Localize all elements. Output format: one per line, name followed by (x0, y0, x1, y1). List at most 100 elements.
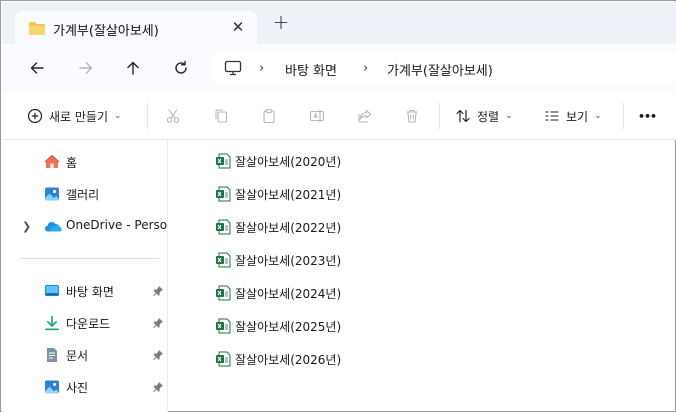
chevron-right-icon[interactable]: ❯ (22, 220, 31, 233)
delete-button[interactable] (401, 105, 423, 127)
clipboard-icon (263, 108, 275, 124)
sidebar-item-label: 문서 (66, 349, 89, 363)
sidebar-divider (21, 258, 159, 259)
pictures-icon (44, 379, 60, 395)
divider (439, 103, 440, 129)
excel-file-icon (216, 252, 231, 268)
new-button[interactable]: 새로 만들기 ⌄ (27, 104, 122, 128)
file-explorer-window: 가계부(잘살아보세) ✕ + › 바탕 화면 › 가계부(잘살아보세) 새로 만… (0, 0, 676, 412)
chevron-down-icon: ⌄ (114, 111, 122, 121)
sidebar-item-desktop[interactable]: 바탕 화면 (2, 277, 168, 305)
rename-icon (309, 110, 325, 122)
file-item[interactable]: 잘살아보세(2025년) (215, 315, 341, 337)
refresh-icon (175, 60, 187, 74)
sidebar-item-documents[interactable]: 문서 (2, 341, 168, 369)
file-item[interactable]: 잘살아보세(2024년) (215, 282, 341, 304)
sort-label: 정렬 (477, 109, 500, 124)
file-list: 잘살아보세(2020년) 잘살아보세(2021년) 잘살아보세(2022년) 잘… (169, 140, 676, 412)
sidebar-item-label: 홈 (66, 156, 78, 170)
scissors-icon (166, 109, 180, 123)
home-icon (44, 154, 60, 170)
divider (147, 103, 148, 129)
sort-button[interactable]: 정렬 ⌄ (455, 104, 513, 128)
gallery-icon (44, 186, 60, 202)
pin-icon[interactable] (152, 285, 164, 300)
sidebar-item-gallery[interactable]: 갤러리 (2, 180, 168, 208)
excel-file-icon (216, 285, 231, 301)
refresh-button[interactable] (169, 56, 193, 80)
copy-icon (215, 109, 228, 123)
excel-file-icon (216, 153, 231, 169)
file-name: 잘살아보세(2026년) (235, 352, 342, 367)
back-button[interactable] (25, 56, 49, 80)
onedrive-icon (44, 218, 62, 234)
file-item[interactable]: 잘살아보세(2022년) (215, 216, 341, 238)
plus-circle-icon (27, 108, 43, 124)
paste-button[interactable] (258, 105, 280, 127)
command-bar: 새로 만들기 ⌄ 정렬 ⌄ 보기 ⌄ ••• (2, 92, 676, 140)
navigation-bar: › 바탕 화면 › 가계부(잘살아보세) (2, 44, 676, 92)
sidebar-item-home[interactable]: 홈 (2, 148, 168, 176)
sidebar-item-label: 갤러리 (66, 188, 100, 202)
file-item[interactable]: 잘살아보세(2021년) (215, 183, 341, 205)
new-tab-button[interactable]: + (270, 12, 292, 34)
view-label: 보기 (566, 109, 589, 124)
share-icon (358, 109, 372, 123)
download-icon (44, 315, 60, 331)
navigation-pane: 홈 갤러리 ❯ OneDrive - Personal 바탕 (2, 140, 168, 412)
desktop-icon (44, 283, 60, 299)
file-name: 잘살아보세(2025년) (235, 319, 342, 334)
sidebar-item-label: 바탕 화면 (66, 285, 114, 299)
file-name: 잘살아보세(2022년) (235, 220, 342, 235)
documents-icon (44, 347, 60, 363)
breadcrumb-desktop[interactable]: 바탕 화면 (285, 60, 337, 79)
cut-button[interactable] (162, 105, 184, 127)
forward-button[interactable] (74, 56, 98, 80)
file-name: 잘살아보세(2021년) (235, 187, 342, 202)
breadcrumb-current-folder[interactable]: 가계부(잘살아보세) (387, 60, 493, 79)
file-name: 잘살아보세(2020년) (235, 154, 342, 169)
up-button[interactable] (121, 56, 145, 80)
folder-icon (28, 21, 46, 39)
file-item[interactable]: 잘살아보세(2026년) (215, 348, 341, 370)
sidebar-item-label: OneDrive - Personal (66, 218, 168, 232)
sidebar-item-label: 사진 (66, 381, 89, 395)
pin-icon[interactable] (152, 317, 164, 332)
arrow-right-icon (79, 62, 93, 74)
excel-file-icon (216, 219, 231, 235)
file-name: 잘살아보세(2024년) (235, 286, 342, 301)
file-item[interactable]: 잘살아보세(2023년) (215, 249, 341, 271)
view-list-icon (545, 111, 559, 121)
new-label: 새로 만들기 (49, 109, 109, 124)
address-bar[interactable]: › 바탕 화면 › 가계부(잘살아보세) (212, 52, 676, 84)
excel-file-icon (216, 318, 231, 334)
rename-button[interactable] (306, 105, 328, 127)
close-tab-icon[interactable]: ✕ (230, 19, 246, 35)
arrow-left-icon (30, 62, 44, 74)
view-button[interactable]: 보기 ⌄ (544, 104, 602, 128)
sidebar-item-downloads[interactable]: 다운로드 (2, 309, 168, 337)
breadcrumb-separator: › (363, 61, 369, 76)
tab-active[interactable]: 가계부(잘살아보세) ✕ (15, 11, 257, 45)
chevron-down-icon: ⌄ (505, 111, 513, 121)
tab-strip: 가계부(잘살아보세) ✕ + (2, 2, 676, 45)
tab-title: 가계부(잘살아보세) (53, 24, 159, 39)
sidebar-item-onedrive[interactable]: ❯ OneDrive - Personal (2, 212, 168, 240)
this-pc-icon (224, 60, 242, 79)
file-item[interactable]: 잘살아보세(2020년) (215, 150, 341, 172)
sidebar-item-pictures[interactable]: 사진 (2, 373, 168, 401)
pin-icon[interactable] (152, 349, 164, 364)
more-options-button[interactable]: ••• (638, 104, 657, 128)
pin-icon[interactable] (152, 381, 164, 396)
file-name: 잘살아보세(2023년) (235, 253, 342, 268)
breadcrumb-separator: › (259, 61, 265, 76)
copy-button[interactable] (210, 105, 232, 127)
sort-icon (456, 109, 470, 123)
excel-file-icon (216, 351, 231, 367)
divider (623, 103, 624, 129)
sidebar-item-label: 다운로드 (66, 317, 111, 331)
excel-file-icon (216, 186, 231, 202)
arrow-up-icon (127, 61, 139, 75)
trash-icon (406, 109, 418, 123)
share-button[interactable] (354, 105, 376, 127)
